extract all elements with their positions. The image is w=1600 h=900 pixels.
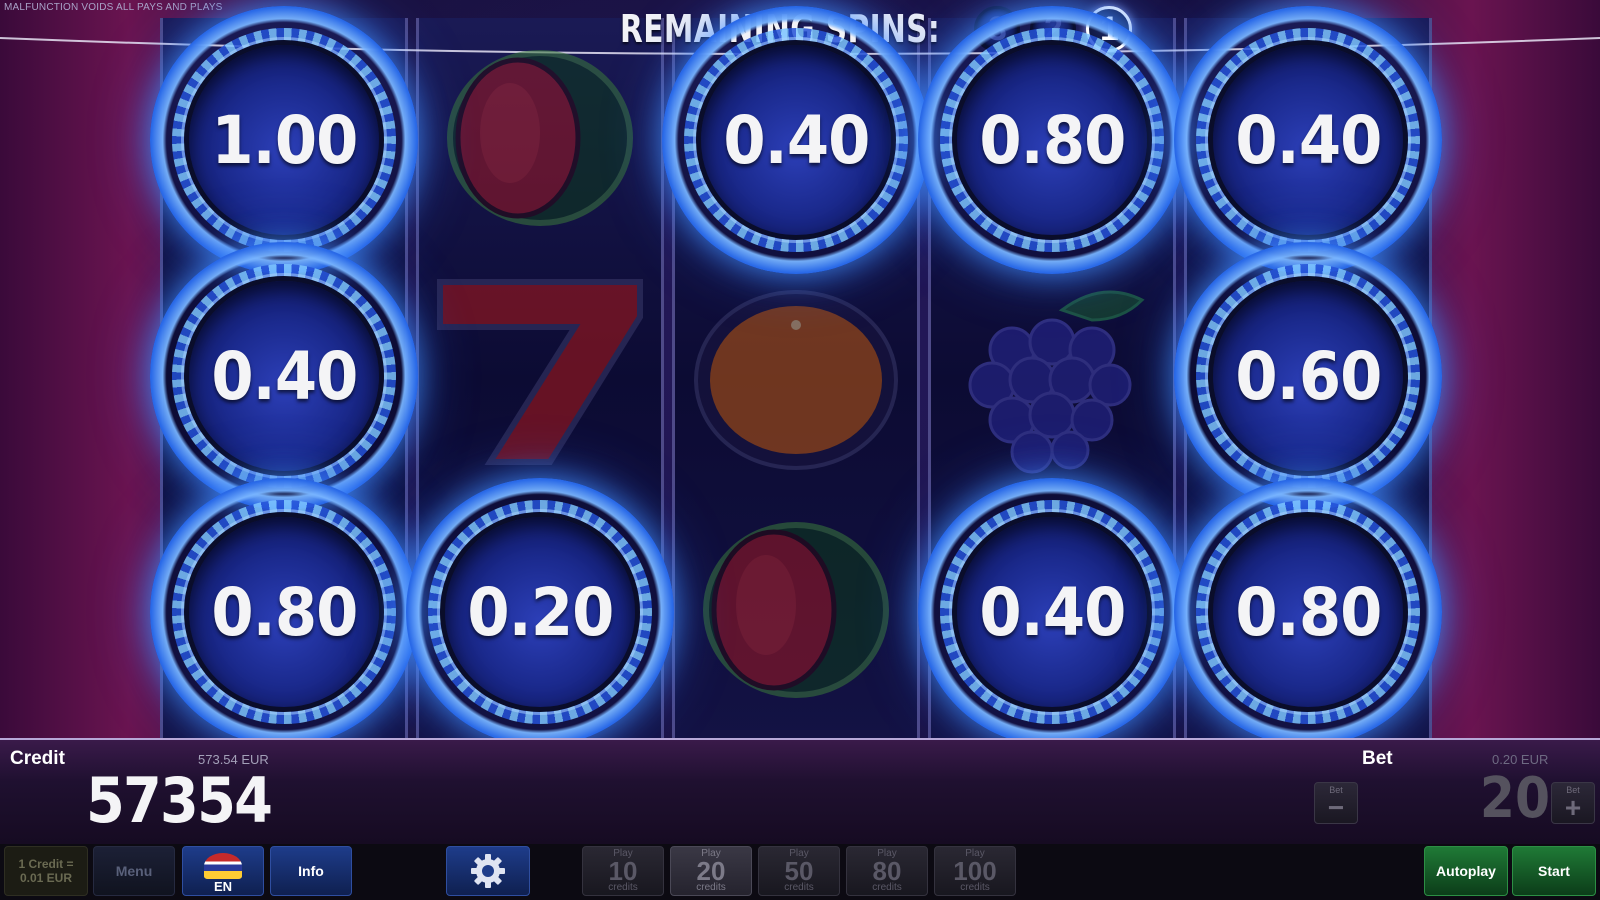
play-20-credits-button[interactable]: Play 20 credits: [670, 846, 752, 896]
coin-value: 0.60: [1234, 337, 1382, 415]
play-80-credits-button[interactable]: Play 80 credits: [846, 846, 928, 896]
coin-reel5-row3: 0.80: [1174, 478, 1442, 746]
start-button[interactable]: Start: [1512, 846, 1596, 896]
plus-icon: +: [1564, 791, 1582, 823]
info-button[interactable]: Info: [270, 846, 352, 896]
play-credits-value: 10: [608, 856, 638, 886]
coin-value: 1.00: [210, 101, 358, 179]
bet-label: Bet: [1362, 748, 1393, 769]
credit-value: 57354: [86, 764, 273, 837]
coin-value: 0.40: [1234, 101, 1382, 179]
coin-reel4-row1: 0.80: [918, 6, 1186, 274]
bet-decrease-button[interactable]: Bet −: [1314, 782, 1358, 824]
credit-rate-line1: 1 Credit =: [18, 857, 74, 871]
orange-icon: [686, 280, 906, 480]
coin-reel1-row3: 0.80: [150, 478, 418, 746]
play-bottom-label: credits: [784, 882, 814, 893]
coin-value: 0.80: [978, 101, 1126, 179]
coin-reel1-row2: 0.40: [150, 242, 418, 510]
play-10-credits-button[interactable]: Play 10 credits: [582, 846, 664, 896]
bet-eur-value: 0.20 EUR: [1492, 752, 1549, 767]
play-credits-value: 50: [784, 856, 814, 886]
coin-reel1-row1: 1.00: [150, 6, 418, 274]
coin-value: 0.80: [210, 573, 358, 651]
coin-value: 0.40: [722, 101, 870, 179]
bet-value: 20: [1479, 766, 1551, 831]
coin-value: 0.40: [210, 337, 358, 415]
coin-value: 0.20: [466, 573, 614, 651]
watermelon-icon: [686, 510, 906, 710]
play-bottom-label: credits: [872, 882, 902, 893]
play-credits-value: 100: [953, 856, 997, 886]
play-credits-value: 80: [872, 856, 902, 886]
coin-reel5-row2: 0.60: [1174, 242, 1442, 510]
play-credits-value: 20: [696, 856, 726, 886]
minus-icon: −: [1327, 791, 1345, 823]
menu-button[interactable]: Menu: [93, 846, 175, 896]
play-bottom-label: credits: [960, 882, 990, 893]
coin-reel2-row3: 0.20: [406, 478, 674, 746]
autoplay-button[interactable]: Autoplay: [1424, 846, 1508, 896]
seven-icon: [430, 272, 650, 472]
coin-value: 0.40: [978, 573, 1126, 651]
game-stage: MALFUNCTION VOIDS ALL PAYS AND PLAYS REM…: [0, 0, 1600, 900]
grapes-icon: [942, 280, 1162, 480]
flag-icon: [204, 852, 242, 879]
coin-reel5-row1: 0.40: [1174, 6, 1442, 274]
language-button[interactable]: EN: [182, 846, 264, 896]
play-100-credits-button[interactable]: Play 100 credits: [934, 846, 1016, 896]
coin-value: 0.80: [1234, 573, 1382, 651]
settings-button[interactable]: [446, 846, 530, 896]
gear-icon: [471, 854, 505, 888]
coin-reel4-row3: 0.40: [918, 478, 1186, 746]
credit-rate-display: 1 Credit = 0.01 EUR: [4, 846, 88, 896]
coin-reel3-row1: 0.40: [662, 6, 930, 274]
play-bottom-label: credits: [696, 882, 726, 893]
bet-increase-button[interactable]: Bet +: [1551, 782, 1595, 824]
play-50-credits-button[interactable]: Play 50 credits: [758, 846, 840, 896]
credit-rate-line2: 0.01 EUR: [19, 871, 73, 885]
credit-label: Credit: [10, 748, 65, 769]
play-bottom-label: credits: [608, 882, 638, 893]
watermelon-icon: [430, 38, 650, 238]
language-label: EN: [213, 878, 233, 894]
